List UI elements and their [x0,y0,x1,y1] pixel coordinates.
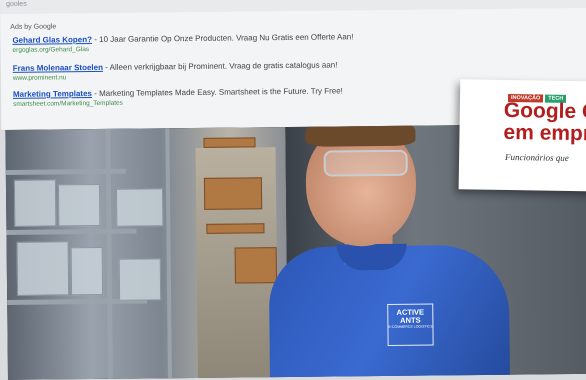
pallet-rack [206,223,265,234]
ad-text: - 10 Jaar Garantie Op Onze Producten. Vr… [91,32,354,45]
storage-bin [115,188,164,227]
ad-link[interactable]: Gehard Glas Kopen? [12,35,92,45]
worker-hair [305,123,416,147]
magazine-card[interactable]: INOVAÇÃO TECH Google G em empr Funcionári… [458,79,586,192]
storage-bin [57,183,101,227]
ad-link[interactable]: Marketing Templates [13,89,92,99]
page: gooles Ads by Google Gehard Glas Kopen? … [0,0,586,380]
ad-item: Marketing Templates - Marketing Template… [13,86,343,107]
ad-url[interactable]: smartsheet.com/Marketing_Templates [13,97,343,108]
storage-bin [70,246,104,296]
ad-text: - Marketing Templates Made Easy. Smartsh… [91,86,343,99]
ad-link[interactable]: Frans Molenaar Stoelen [13,63,103,73]
pallet-rack [203,137,256,148]
cardboard-box [234,247,277,284]
headline-line1: Google G [503,98,586,124]
ad-text: - Alleen verkrijgbaar bij Prominent. Vra… [102,60,338,72]
cardboard-box [203,177,263,210]
headline-line2: em empr [503,120,586,146]
logo-line3: E-COMMERCE LOGISTICS [388,324,433,329]
ad-url[interactable]: ergoglas.org/Gehard_Glas [12,43,353,54]
safety-goggles [323,149,408,177]
card-subline: Funcionários que [505,151,569,163]
ad-item: Frans Molenaar Stoelen - Alleen verkrijg… [13,60,338,81]
top-crumb: gooles [6,0,27,8]
card-headline: Google G em empr [503,98,586,146]
storage-bin [16,241,70,296]
ad-item: Gehard Glas Kopen? - 10 Jaar Garantie Op… [12,32,353,54]
ad-url[interactable]: www.prominent.nu [13,71,338,82]
company-logo: ACTIVE ANTS E-COMMERCE LOGISTICS [387,303,434,346]
storage-bin [13,179,57,227]
ads-label: Ads by Google [10,23,57,31]
storage-bin [118,258,162,301]
